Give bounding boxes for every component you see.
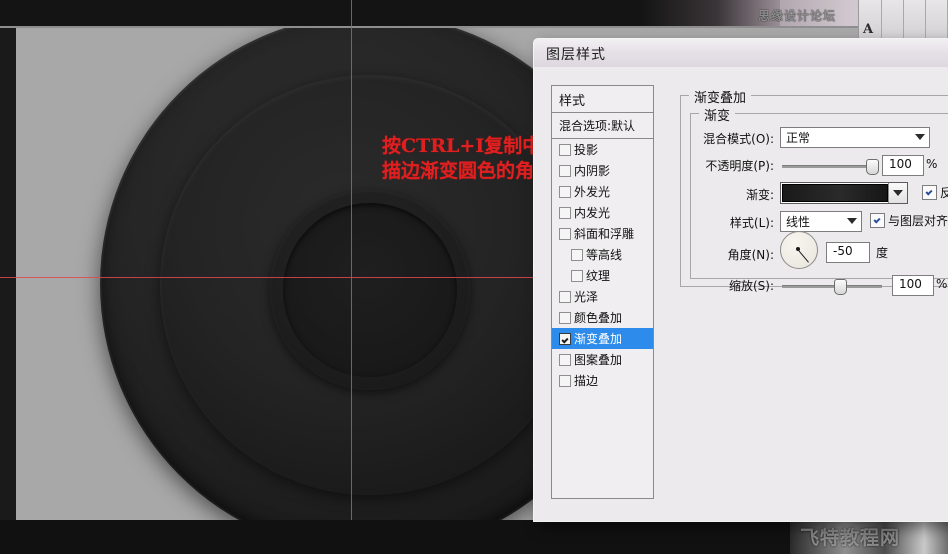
style-item-label: 光泽	[574, 290, 599, 304]
style-item-label: 斜面和浮雕	[574, 227, 635, 241]
toolbar-cell-3[interactable]	[903, 0, 926, 40]
gradient-swatch[interactable]	[782, 184, 888, 202]
layer-style-dialog[interactable]: 图层样式 样式 混合选项:默认 投影内阴影外发光内发光斜面和浮雕等高线纹理光泽颜…	[533, 38, 948, 522]
style-list-item[interactable]: 外发光	[552, 181, 653, 202]
angle-dial[interactable]	[780, 231, 818, 269]
screen: 思缘设计论坛 PS教程论坛 www.PSjiaocheng.com BBS.16…	[0, 0, 948, 554]
scale-slider-track	[782, 285, 882, 288]
style-item-label: 内发光	[574, 206, 611, 220]
style-list-item[interactable]: 内发光	[552, 202, 653, 223]
reverse-checkbox[interactable]	[922, 185, 937, 200]
align-with-layer-label: 与图层对齐(I)	[888, 214, 948, 228]
style-item-checkbox[interactable]	[559, 228, 571, 240]
style-list-items[interactable]: 投影内阴影外发光内发光斜面和浮雕等高线纹理光泽颜色叠加渐变叠加图案叠加描边	[552, 139, 653, 391]
chevron-down-icon	[915, 134, 925, 140]
dialog-titlebar[interactable]: 图层样式	[534, 39, 948, 68]
style-list-header: 样式	[552, 86, 653, 113]
angle-input[interactable]: -50	[826, 242, 870, 263]
style-select[interactable]: 线性	[780, 211, 862, 232]
opacity-slider-track	[782, 165, 876, 168]
angle-dial-needle	[797, 249, 809, 263]
chevron-down-icon-style	[847, 218, 857, 224]
style-list-item[interactable]: 渐变叠加	[552, 328, 653, 349]
dialog-body: 样式 混合选项:默认 投影 内阴影 外发光 内发光 斜面和浮雕 等高线 纹理 光泽 颜色叠加 渐变…	[534, 67, 948, 521]
blend-mode-select[interactable]: 正常	[780, 127, 930, 148]
toolbar-cell-2[interactable]	[881, 0, 904, 40]
style-list-item[interactable]: 等高线	[552, 244, 653, 265]
type-tool-icon[interactable]: A	[863, 22, 873, 37]
opacity-input[interactable]: 100	[882, 155, 924, 176]
opacity-unit: %	[926, 157, 938, 171]
style-list-item[interactable]: 图案叠加	[552, 349, 653, 370]
angle-unit: 度	[876, 246, 889, 260]
style-list-item[interactable]: 内阴影	[552, 160, 653, 181]
style-item-label: 图案叠加	[574, 353, 623, 367]
gradient-overlay-panel: 渐变叠加 渐变 混合模式(O): 正常 不透明度(P): 100 % 渐变: 样…	[664, 81, 948, 501]
blend-mode-value: 正常	[786, 131, 811, 145]
style-item-checkbox[interactable]	[571, 270, 583, 282]
style-item-label: 纹理	[586, 269, 611, 283]
opacity-slider-knob[interactable]	[866, 159, 879, 175]
style-list-item[interactable]: 斜面和浮雕	[552, 223, 653, 244]
style-list-item[interactable]: 颜色叠加	[552, 307, 653, 328]
opacity-label: 不透明度(P):	[705, 159, 774, 173]
dialog-title: 图层样式	[546, 47, 606, 63]
style-item-label: 内阴影	[574, 164, 611, 178]
opacity-value: 100	[889, 157, 912, 171]
scale-input[interactable]: 100	[892, 275, 934, 296]
style-list-header-label: 样式	[559, 94, 586, 109]
align-with-layer-checkbox[interactable]	[870, 213, 885, 228]
style-item-checkbox[interactable]	[559, 354, 571, 366]
scale-label: 缩放(S):	[728, 279, 774, 293]
gradient-overlay-title: 渐变叠加	[689, 87, 752, 106]
scale-slider-knob[interactable]	[834, 279, 847, 295]
scale-slider[interactable]	[782, 279, 882, 295]
style-item-label: 描边	[574, 374, 599, 388]
style-list[interactable]: 样式 混合选项:默认 投影内阴影外发光内发光斜面和浮雕等高线纹理光泽颜色叠加渐变…	[551, 85, 654, 499]
style-item-label: 渐变叠加	[574, 332, 623, 346]
style-item-checkbox[interactable]	[559, 144, 571, 156]
style-item-checkbox[interactable]	[559, 165, 571, 177]
style-list-item[interactable]: 光泽	[552, 286, 653, 307]
style-item-label: 外发光	[574, 185, 611, 199]
style-item-label: 颜色叠加	[574, 311, 623, 325]
style-item-checkbox[interactable]	[559, 312, 571, 324]
gradient-dropdown-button[interactable]	[888, 183, 907, 203]
style-item-checkbox[interactable]	[559, 291, 571, 303]
style-item-checkbox[interactable]	[571, 249, 583, 261]
angle-value: -50	[833, 244, 853, 258]
toolbar-cell-4[interactable]	[925, 0, 948, 40]
style-item-checkbox[interactable]	[559, 186, 571, 198]
gradient-group-title: 渐变	[699, 105, 736, 124]
watermark-feite-cn: 飞特教程网	[800, 527, 901, 549]
style-list-blending-options[interactable]: 混合选项:默认	[552, 113, 653, 139]
angle-label: 角度(N):	[727, 248, 774, 262]
style-item-label: 投影	[574, 143, 599, 157]
style-list-item[interactable]: 投影	[552, 139, 653, 160]
gradient-picker[interactable]	[780, 182, 908, 204]
watermark-top-forum: 思缘设计论坛	[758, 9, 837, 23]
style-value: 线性	[786, 215, 811, 229]
style-item-label: 等高线	[586, 248, 623, 262]
style-list-item[interactable]: 纹理	[552, 265, 653, 286]
scale-unit: %	[936, 277, 948, 291]
style-list-item[interactable]: 描边	[552, 370, 653, 391]
scale-value: 100	[899, 277, 922, 291]
gradient-label: 渐变:	[745, 188, 774, 202]
toolbar-fragment[interactable]: A	[858, 0, 948, 40]
opacity-slider[interactable]	[782, 159, 879, 175]
style-label: 样式(L):	[729, 216, 774, 230]
style-item-checkbox[interactable]	[559, 375, 571, 387]
blend-mode-label: 混合模式(O):	[703, 132, 774, 146]
style-item-checkbox[interactable]	[559, 333, 571, 345]
canvas-top-separator	[0, 26, 948, 28]
blending-options-label: 混合选项:默认	[559, 119, 636, 133]
reverse-label: 反向(R	[940, 184, 948, 201]
style-item-checkbox[interactable]	[559, 207, 571, 219]
